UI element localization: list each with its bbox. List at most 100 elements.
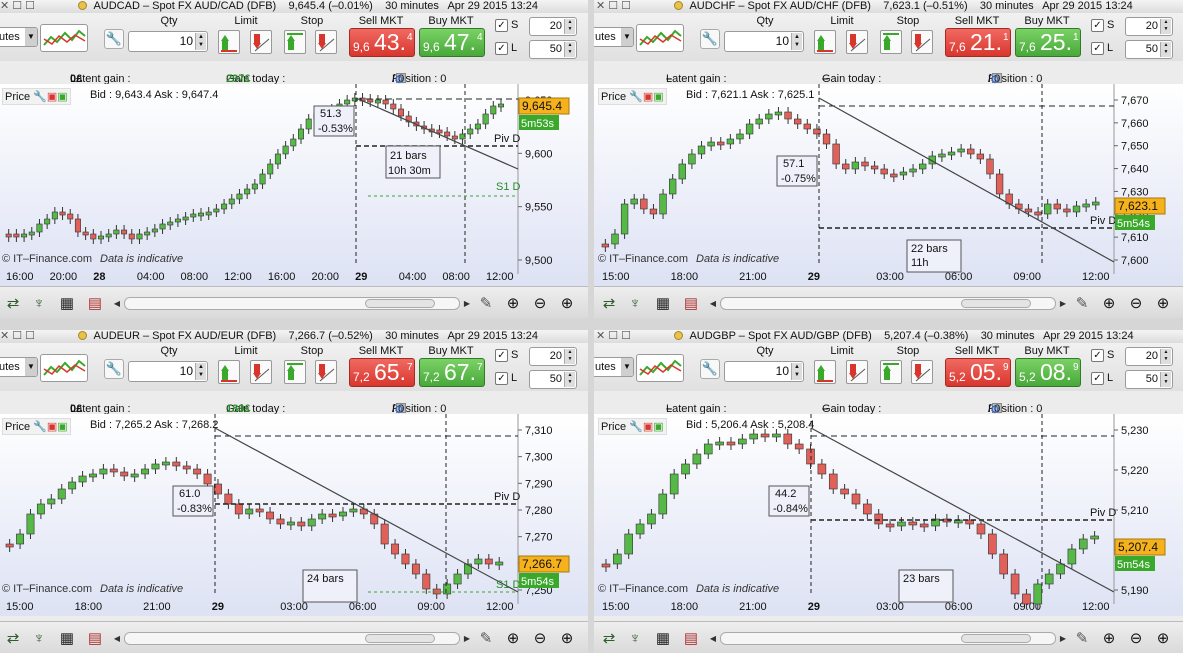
buy-market-button[interactable]: 7,6 25. 1 (1015, 28, 1081, 57)
zoom-fit-icon[interactable]: ⊕ (503, 294, 523, 314)
zoom-in-icon[interactable]: ⊕ (1153, 294, 1173, 314)
s-stepper[interactable]: ▲ ▼ (1160, 349, 1171, 364)
wrench-icon[interactable]: 🔧 (700, 29, 720, 49)
price-chart[interactable]: 5,2305,2205,2105,2005,19015:0018:0021:00… (594, 414, 1183, 616)
buy-limit-button[interactable] (218, 360, 240, 384)
qty-stepper[interactable]: ▲ ▼ (791, 363, 802, 380)
candlestick-plot[interactable]: 7,6707,6607,6507,6407,6307,6207,6107,600… (594, 84, 1183, 286)
l-input[interactable]: 50 ▲ ▼ (529, 40, 577, 59)
sell-limit-button[interactable] (250, 30, 272, 54)
timeframe-select[interactable]: utes ▼ (0, 357, 38, 377)
zoom-out-icon[interactable]: ⊖ (530, 629, 550, 649)
chart-type-icon[interactable]: ⇄ (4, 295, 22, 313)
buy-market-button[interactable]: 7,2 67. 7 (419, 358, 485, 387)
price-chart[interactable]: 9,6509,6009,5509,50016:0020:002804:0008:… (0, 84, 588, 286)
studies-button[interactable] (40, 24, 88, 52)
studies-button[interactable] (40, 354, 88, 382)
zoom-out-icon[interactable]: ⊖ (530, 294, 550, 314)
bars-icon[interactable]: ▤ (86, 295, 104, 313)
l-checkbox[interactable]: ✓ (1091, 42, 1104, 55)
studies-button[interactable] (636, 354, 684, 382)
sell-limit-button[interactable] (846, 360, 868, 384)
window-controls[interactable]: ✕☐☐ (596, 330, 634, 342)
s-input[interactable]: 20 ▲ ▼ (1125, 347, 1173, 366)
l-stepper[interactable]: ▲ ▼ (564, 42, 575, 57)
price-chart[interactable]: 7,6707,6607,6507,6407,6307,6207,6107,600… (594, 84, 1183, 286)
s-input[interactable]: 20 ▲ ▼ (1125, 17, 1173, 36)
chart-scrollbar[interactable] (124, 297, 460, 310)
window-title-bar[interactable]: ✕☐☐ AUDCAD – Spot FX AUD/CAD (DFB) 9,645… (0, 0, 588, 13)
sell-market-button[interactable]: 7,6 21. 1 (945, 28, 1011, 57)
buy-market-button[interactable]: 5,2 08. 9 (1015, 358, 1081, 387)
sell-limit-button[interactable] (846, 30, 868, 54)
zoom-in-icon[interactable]: ⊕ (1153, 629, 1173, 649)
l-stepper[interactable]: ▲ ▼ (564, 372, 575, 387)
sell-market-button[interactable]: 9,6 43. 4 (349, 28, 415, 57)
zoom-fit-icon[interactable]: ⊕ (503, 629, 523, 649)
scroll-left-icon[interactable]: ◀ (112, 632, 122, 645)
scroll-left-icon[interactable]: ◀ (708, 297, 718, 310)
sell-stop-button[interactable] (911, 30, 933, 54)
chart-type-icon[interactable]: ⇄ (600, 295, 618, 313)
s-stepper[interactable]: ▲ ▼ (564, 349, 575, 364)
bars-icon[interactable]: ▤ (682, 630, 700, 648)
qty-input[interactable]: 10 ▲ ▼ (724, 31, 804, 52)
scrollbar-thumb[interactable] (961, 299, 1031, 308)
window-title-bar[interactable]: ✕☐☐ AUDEUR – Spot FX AUD/EUR (DFB) 7,266… (0, 330, 588, 343)
indicators-icon[interactable]: ♆ (626, 295, 644, 313)
timeframe-select[interactable]: utes ▼ (594, 27, 634, 47)
scroll-left-icon[interactable]: ◀ (708, 632, 718, 645)
sell-stop-button[interactable] (911, 360, 933, 384)
qty-input[interactable]: 10 ▲ ▼ (724, 361, 804, 382)
buy-limit-button[interactable] (218, 30, 240, 54)
s-input[interactable]: 20 ▲ ▼ (529, 17, 577, 36)
s-checkbox[interactable]: ✓ (1091, 349, 1104, 362)
indicators-icon[interactable]: ♆ (626, 630, 644, 648)
candlestick-plot[interactable]: 7,3107,3007,2907,2807,2707,2607,25015:00… (0, 414, 588, 616)
l-stepper[interactable]: ▲ ▼ (1160, 372, 1171, 387)
zoom-out-icon[interactable]: ⊖ (1126, 629, 1146, 649)
draw-tool-icon[interactable]: ✎ (476, 629, 496, 649)
buy-market-button[interactable]: 9,6 47. 4 (419, 28, 485, 57)
qty-stepper[interactable]: ▲ ▼ (195, 33, 206, 50)
buy-stop-button[interactable] (880, 360, 902, 384)
price-chart[interactable]: 7,3107,3007,2907,2807,2707,2607,25015:00… (0, 414, 588, 616)
buy-stop-button[interactable] (880, 30, 902, 54)
scrollbar-thumb[interactable] (365, 634, 435, 643)
draw-tool-icon[interactable]: ✎ (1072, 294, 1092, 314)
l-checkbox[interactable]: ✓ (495, 372, 508, 385)
indicators-icon[interactable]: ♆ (30, 630, 48, 648)
buy-stop-button[interactable] (284, 360, 306, 384)
s-checkbox[interactable]: ✓ (495, 19, 508, 32)
l-checkbox[interactable]: ✓ (495, 42, 508, 55)
chart-scrollbar[interactable] (720, 632, 1056, 645)
sell-stop-button[interactable] (315, 30, 337, 54)
scroll-right-icon[interactable]: ▶ (462, 297, 472, 310)
window-controls[interactable]: ✕☐☐ (596, 0, 634, 12)
zoom-in-icon[interactable]: ⊕ (557, 629, 577, 649)
scroll-right-icon[interactable]: ▶ (462, 632, 472, 645)
s-stepper[interactable]: ▲ ▼ (564, 19, 575, 34)
studies-button[interactable] (636, 24, 684, 52)
sell-market-button[interactable]: 7,2 65. 7 (349, 358, 415, 387)
chart-scrollbar[interactable] (124, 632, 460, 645)
sell-market-button[interactable]: 5,2 05. 9 (945, 358, 1011, 387)
grid-icon[interactable]: ▦ (654, 630, 672, 648)
s-checkbox[interactable]: ✓ (495, 349, 508, 362)
chart-type-icon[interactable]: ⇄ (4, 630, 22, 648)
draw-tool-icon[interactable]: ✎ (1072, 629, 1092, 649)
buy-limit-button[interactable] (814, 360, 836, 384)
zoom-fit-icon[interactable]: ⊕ (1099, 629, 1119, 649)
qty-input[interactable]: 10 ▲ ▼ (128, 31, 208, 52)
l-stepper[interactable]: ▲ ▼ (1160, 42, 1171, 57)
chart-scrollbar[interactable] (720, 297, 1056, 310)
sell-stop-button[interactable] (315, 360, 337, 384)
scroll-right-icon[interactable]: ▶ (1058, 297, 1068, 310)
scroll-right-icon[interactable]: ▶ (1058, 632, 1068, 645)
qty-stepper[interactable]: ▲ ▼ (791, 33, 802, 50)
window-controls[interactable]: ✕☐☐ (0, 330, 38, 342)
window-title-bar[interactable]: ✕☐☐ AUDGBP – Spot FX AUD/GBP (DFB) 5,207… (594, 330, 1183, 343)
grid-icon[interactable]: ▦ (58, 630, 76, 648)
indicators-icon[interactable]: ♆ (30, 295, 48, 313)
zoom-fit-icon[interactable]: ⊕ (1099, 294, 1119, 314)
